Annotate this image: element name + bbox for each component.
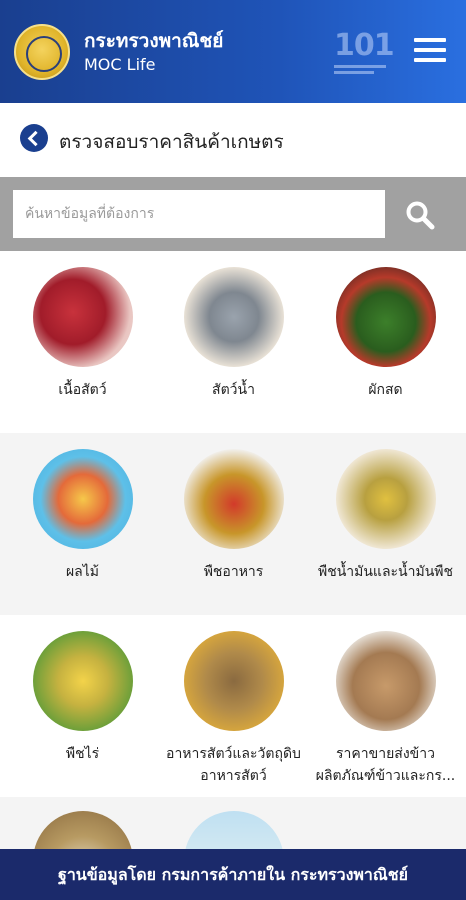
- rice-wholesale-image: [335, 631, 436, 731]
- footer-bar: ฐานข้อมูลโดย กรมการค้าภายใน กระทรวงพาณิช…: [0, 849, 466, 900]
- moc-seal-logo: [14, 24, 70, 80]
- footer-text: ฐานข้อมูลโดย กรมการค้าภายใน กระทรวงพาณิช…: [57, 865, 408, 884]
- category-label: ผลไม้: [65, 564, 100, 580]
- app-header: กระทรวงพาณิชย์ MOC Life 101: [0, 0, 466, 103]
- category-label: พืชน้ำมันและน้ำมันพืช: [317, 564, 454, 580]
- category-label: ราคาขายส่งข้าว: [336, 746, 435, 762]
- category-item-fruits[interactable]: ผลไม้: [5, 449, 160, 583]
- app-title: กระทรวงพาณิชย์: [84, 30, 224, 52]
- category-item-food-crops[interactable]: พืชอาหาร: [156, 449, 311, 583]
- category-grid: เนื้อสัตว์ สัตว์น้ำ ผักสด ผลไม้ พืชอาหาร…: [0, 251, 466, 900]
- vegetables-image: [335, 267, 436, 367]
- category-item-rice-wholesale[interactable]: ราคาขายส่งข้าว ผลิตภัณฑ์ข้าวและกร...: [308, 631, 463, 787]
- category-item-oil-crops[interactable]: พืชน้ำมันและน้ำมันพืช: [308, 449, 463, 583]
- search-button[interactable]: [388, 190, 452, 238]
- category-label: ผักสด: [368, 382, 403, 398]
- back-arrow-icon[interactable]: [20, 124, 48, 152]
- fish-image: [183, 267, 284, 367]
- category-label: เนื้อสัตว์: [58, 382, 107, 398]
- category-item-animal-feed[interactable]: อาหารสัตว์และวัตถุดิบ อาหารสัตว์: [156, 631, 311, 787]
- category-label: สัตว์น้ำ: [212, 382, 255, 398]
- category-label-line2: ผลิตภัณฑ์ข้าวและกร...: [315, 768, 456, 784]
- page-title: ตรวจสอบราคาสินค้าเกษตร: [59, 131, 284, 153]
- category-item-meat[interactable]: เนื้อสัตว์: [5, 267, 160, 401]
- category-label: อาหารสัตว์และวัตถุดิบ: [166, 746, 301, 762]
- 101-badge-icon: 101: [334, 28, 395, 74]
- animal-feed-image: [183, 631, 284, 731]
- badge-text: 101: [334, 28, 395, 63]
- oil-crops-image: [335, 449, 436, 549]
- category-item-fish[interactable]: สัตว์น้ำ: [156, 267, 311, 401]
- search-input[interactable]: [13, 190, 385, 238]
- field-crops-image: [32, 631, 133, 731]
- category-row: พืชไร่ อาหารสัตว์และวัตถุดิบ อาหารสัตว์ …: [0, 615, 466, 797]
- search-bar: [0, 177, 466, 251]
- category-item-field-crops[interactable]: พืชไร่: [5, 631, 160, 765]
- food-crops-image: [183, 449, 284, 549]
- meat-image: [32, 267, 133, 367]
- hamburger-menu-icon[interactable]: [414, 38, 446, 62]
- fruits-image: [32, 449, 133, 549]
- category-row: ผลไม้ พืชอาหาร พืชน้ำมันและน้ำมันพืช: [0, 433, 466, 615]
- search-icon: [406, 201, 435, 230]
- category-item-vegetables[interactable]: ผักสด: [308, 267, 463, 401]
- category-label: พืชไร่: [65, 746, 100, 762]
- app-subtitle: MOC Life: [84, 55, 156, 74]
- category-label-line2: อาหารสัตว์: [200, 768, 267, 784]
- category-label: พืชอาหาร: [203, 564, 264, 580]
- category-row: เนื้อสัตว์ สัตว์น้ำ ผักสด: [0, 251, 466, 433]
- page-title-bar: ตรวจสอบราคาสินค้าเกษตร: [0, 103, 466, 177]
